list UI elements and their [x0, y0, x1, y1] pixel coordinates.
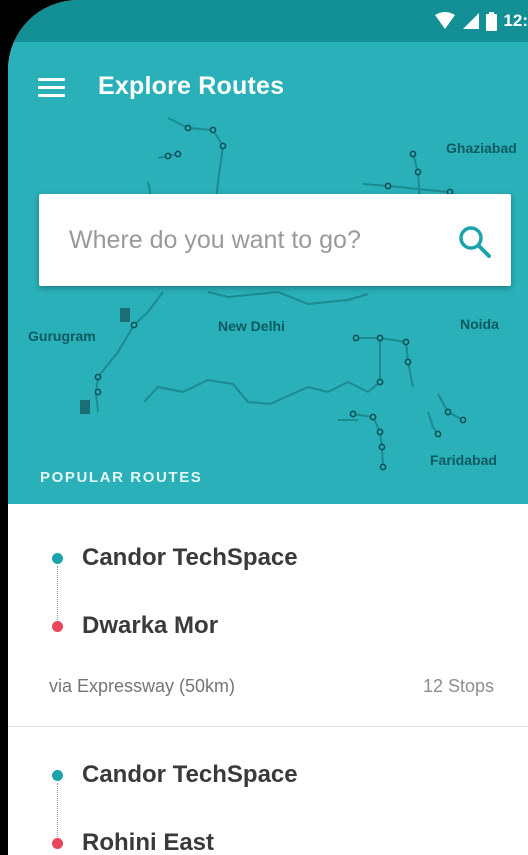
map-label-new-delhi: New Delhi	[218, 318, 285, 334]
device-screen: 12: Explore Routes Ghaziabad Gurugram Ne…	[8, 0, 528, 855]
route-connector	[57, 783, 58, 839]
map-label-noida: Noida	[460, 316, 499, 332]
route-origin: Candor TechSpace	[82, 544, 298, 571]
page-title: Explore Routes	[98, 72, 285, 100]
end-dot-icon	[52, 621, 63, 632]
app-bar: Explore Routes	[8, 42, 528, 132]
status-time: 12:	[503, 11, 528, 30]
wifi-icon	[435, 12, 456, 29]
route-via: via Expressway (50km)	[49, 676, 236, 696]
map-label-faridabad: Faridabad	[430, 452, 497, 468]
status-bar: 12:	[8, 0, 528, 42]
route-connector	[57, 566, 58, 622]
start-dot-icon	[52, 770, 63, 781]
signal-icon	[463, 13, 480, 29]
route-card[interactable]: Candor TechSpace Dwarka Mor via Expressw…	[8, 504, 528, 727]
search-box	[39, 194, 511, 286]
map-label-gurugram: Gurugram	[28, 328, 96, 344]
route-destination: Rohini East	[82, 829, 215, 855]
route-card[interactable]: Candor TechSpace Rohini East	[8, 727, 528, 855]
battery-icon	[486, 11, 498, 31]
search-input[interactable]	[67, 216, 441, 264]
end-dot-icon	[52, 838, 63, 849]
search-icon[interactable]	[457, 224, 493, 260]
map-label-ghaziabad: Ghaziabad	[446, 140, 517, 156]
route-stops-count: 12 Stops	[422, 676, 494, 696]
route-destination: Dwarka Mor	[82, 612, 219, 639]
menu-icon[interactable]	[38, 78, 65, 98]
status-icons: 12:	[434, 11, 528, 31]
route-origin: Candor TechSpace	[82, 761, 298, 788]
hero-map: Explore Routes Ghaziabad Gurugram New De…	[8, 42, 528, 504]
popular-routes-heading: POPULAR ROUTES	[40, 469, 203, 486]
start-dot-icon	[52, 553, 63, 564]
